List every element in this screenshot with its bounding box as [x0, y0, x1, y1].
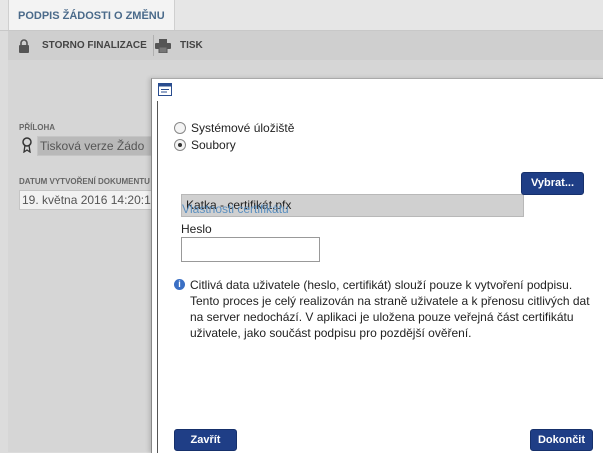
lock-icon — [18, 38, 30, 53]
dialog-body: Systémové úložiště Soubory Katka - certi… — [157, 101, 603, 453]
date-label: DATUM VYTVOŘENÍ DOKUMENTU — [19, 177, 150, 186]
date-field: 19. května 2016 14:20:15 — [19, 190, 157, 210]
password-label: Heslo — [181, 222, 212, 236]
browse-button[interactable]: Vybrat... — [521, 172, 584, 195]
close-button[interactable]: Zavřít — [174, 429, 237, 451]
signature-dialog: Systémové úložiště Soubory Katka - certi… — [151, 78, 603, 453]
finish-button[interactable]: Dokončit — [530, 429, 593, 451]
window-icon — [158, 83, 172, 96]
radio-system-storage[interactable]: Systémové úložiště — [174, 121, 294, 135]
password-input[interactable] — [181, 237, 320, 262]
radio-files[interactable]: Soubory — [174, 138, 236, 152]
radio-system-storage-label: Systémové úložiště — [191, 121, 295, 135]
certificate-properties-link[interactable]: Vlastnosti certifikátu — [182, 202, 289, 216]
tab-bar: PODPIS ŽÁDOSTI O ZMĚNU — [0, 0, 603, 31]
toolbar: STORNO FINALIZACE TISK — [8, 31, 603, 60]
radio-files-label: Soubory — [191, 138, 236, 152]
toolbar-separator — [153, 35, 154, 56]
print-button[interactable]: TISK — [155, 31, 203, 60]
storno-label: STORNO FINALIZACE — [42, 40, 147, 51]
info-icon: i — [174, 279, 185, 290]
storno-finalization-button[interactable]: STORNO FINALIZACE — [18, 31, 147, 60]
dialog-header — [152, 79, 603, 101]
print-label: TISK — [180, 40, 203, 51]
attachment-field[interactable]: Tisková verze Žádo — [37, 136, 161, 156]
info-text: Citlivá data uživatele (heslo, certifiká… — [190, 278, 590, 340]
tab-signature-request[interactable]: PODPIS ŽÁDOSTI O ZMĚNU — [8, 0, 175, 30]
printer-icon — [155, 38, 171, 53]
radio-button-checked[interactable] — [174, 139, 186, 151]
radio-button[interactable] — [174, 122, 186, 134]
attachment-label: PŘÍLOHA — [19, 123, 55, 132]
seal-icon — [21, 137, 33, 154]
